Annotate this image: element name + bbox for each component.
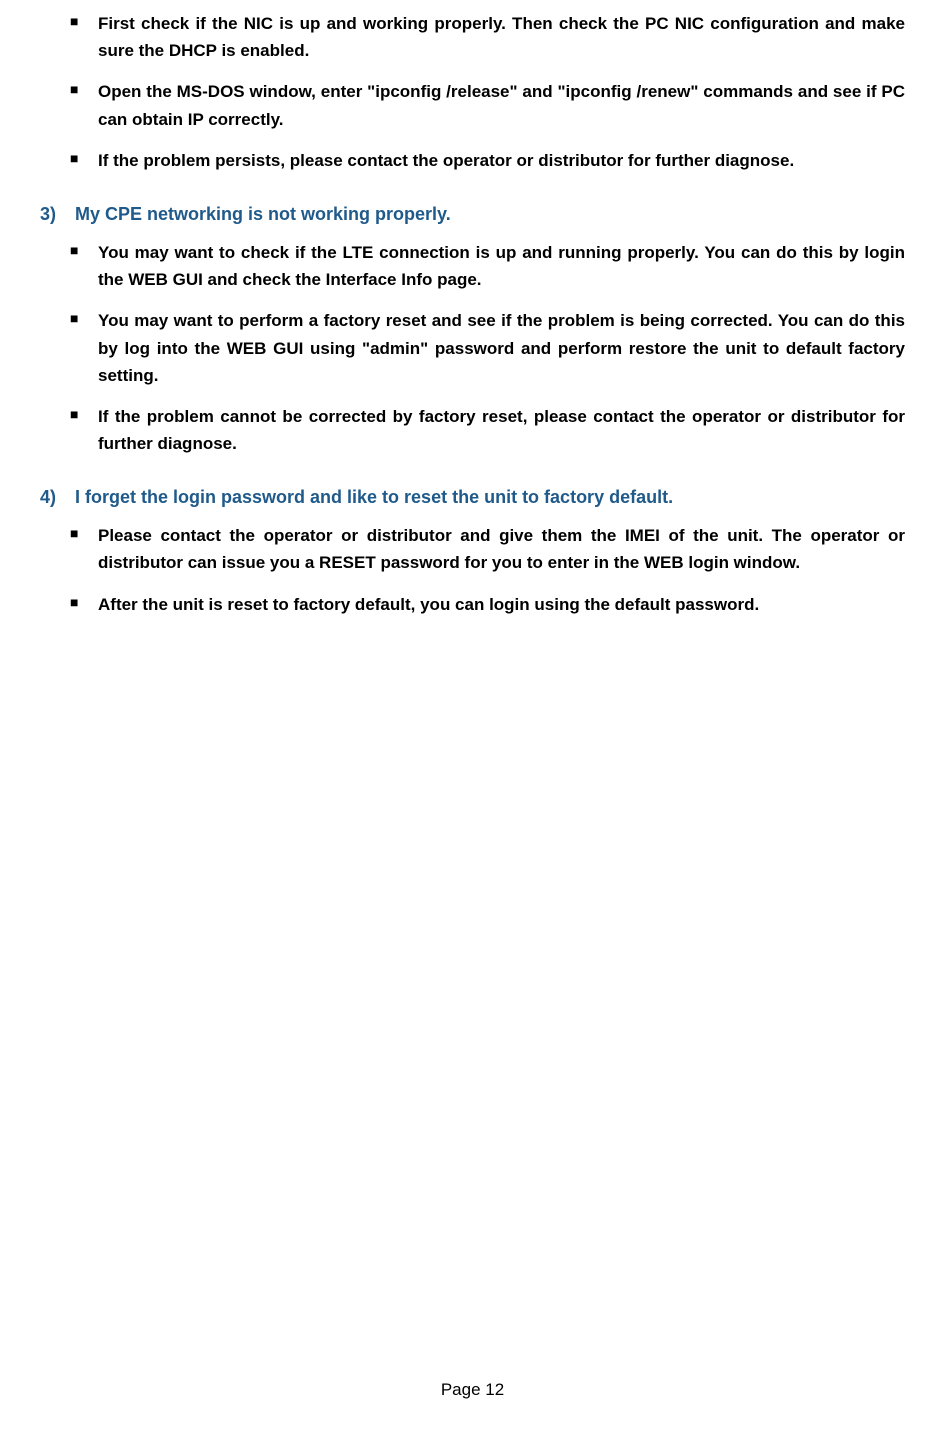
page-footer: Page 12 [0,1380,945,1400]
section4-heading: 4) I forget the login password and like … [40,487,905,508]
section2-bullets: First check if the NIC is up and working… [40,10,905,174]
document-content: First check if the NIC is up and working… [0,0,945,618]
bullet-item: If the problem cannot be corrected by fa… [70,403,905,457]
section3-number: 3) [40,204,70,225]
section4-bullets: Please contact the operator or distribut… [40,522,905,618]
section4-number: 4) [40,487,70,508]
section3-bullets: You may want to check if the LTE connect… [40,239,905,457]
bullet-item: Open the MS-DOS window, enter "ipconfig … [70,78,905,132]
bullet-item: First check if the NIC is up and working… [70,10,905,64]
bullet-item: After the unit is reset to factory defau… [70,591,905,618]
section4-title: I forget the login password and like to … [75,487,673,507]
bullet-item: If the problem persists, please contact … [70,147,905,174]
bullet-item: You may want to perform a factory reset … [70,307,905,389]
bullet-item: You may want to check if the LTE connect… [70,239,905,293]
section3-title: My CPE networking is not working properl… [75,204,451,224]
section3-heading: 3) My CPE networking is not working prop… [40,204,905,225]
bullet-item: Please contact the operator or distribut… [70,522,905,576]
